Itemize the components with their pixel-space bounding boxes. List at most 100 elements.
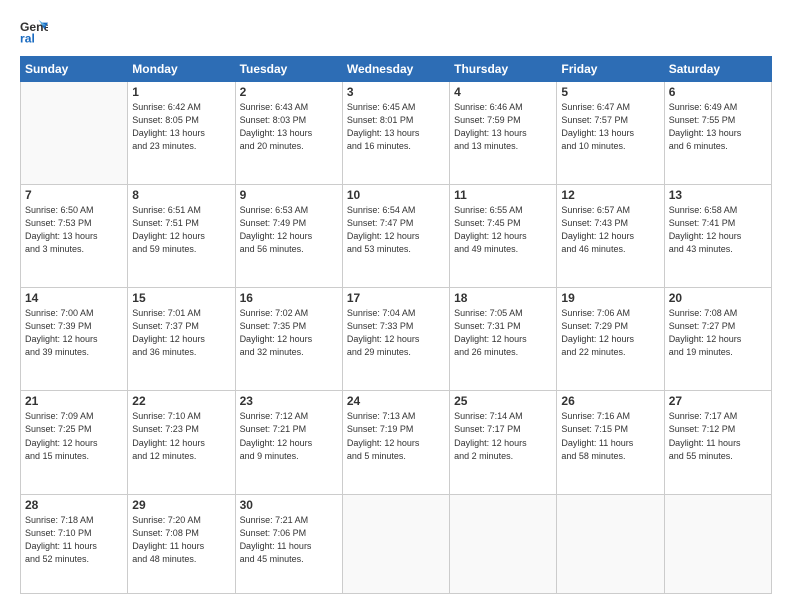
day-number: 4 bbox=[454, 85, 552, 99]
day-number: 10 bbox=[347, 188, 445, 202]
calendar-week-row: 21Sunrise: 7:09 AMSunset: 7:25 PMDayligh… bbox=[21, 391, 772, 494]
calendar-cell: 22 Sunrise: 7:10 AMSunset: 7:23 PMDayligh… bbox=[128, 391, 235, 494]
calendar-cell: 29 Sunrise: 7:20 AMSunset: 7:08 PMDayligh… bbox=[128, 494, 235, 593]
day-info: Sunrise: 7:16 AMSunset: 7:15 PMDaylight:… bbox=[561, 410, 659, 462]
calendar-cell: 15 Sunrise: 7:01 AMSunset: 7:37 PMDayligh… bbox=[128, 288, 235, 391]
day-number: 2 bbox=[240, 85, 338, 99]
day-number: 7 bbox=[25, 188, 123, 202]
day-info: Sunrise: 7:01 AMSunset: 7:37 PMDaylight:… bbox=[132, 307, 230, 359]
day-info: Sunrise: 7:12 AMSunset: 7:21 PMDaylight:… bbox=[240, 410, 338, 462]
day-number: 22 bbox=[132, 394, 230, 408]
day-number: 6 bbox=[669, 85, 767, 99]
day-info: Sunrise: 6:55 AMSunset: 7:45 PMDaylight:… bbox=[454, 204, 552, 256]
day-info: Sunrise: 7:08 AMSunset: 7:27 PMDaylight:… bbox=[669, 307, 767, 359]
day-number: 21 bbox=[25, 394, 123, 408]
weekday-header-tuesday: Tuesday bbox=[235, 57, 342, 82]
calendar-cell: 1 Sunrise: 6:42 AMSunset: 8:05 PMDaylight… bbox=[128, 82, 235, 185]
calendar-cell: 20Sunrise: 7:08 AMSunset: 7:27 PMDayligh… bbox=[664, 288, 771, 391]
day-number: 14 bbox=[25, 291, 123, 305]
calendar-cell: 2 Sunrise: 6:43 AMSunset: 8:03 PMDaylight… bbox=[235, 82, 342, 185]
day-info: Sunrise: 6:45 AMSunset: 8:01 PMDaylight:… bbox=[347, 101, 445, 153]
day-number: 12 bbox=[561, 188, 659, 202]
calendar-cell: 8 Sunrise: 6:51 AMSunset: 7:51 PMDaylight… bbox=[128, 185, 235, 288]
day-number: 25 bbox=[454, 394, 552, 408]
calendar-week-row: 14Sunrise: 7:00 AMSunset: 7:39 PMDayligh… bbox=[21, 288, 772, 391]
day-info: Sunrise: 6:50 AMSunset: 7:53 PMDaylight:… bbox=[25, 204, 123, 256]
calendar-cell bbox=[342, 494, 449, 593]
calendar-cell bbox=[664, 494, 771, 593]
day-number: 5 bbox=[561, 85, 659, 99]
weekday-header-wednesday: Wednesday bbox=[342, 57, 449, 82]
calendar-cell: 16 Sunrise: 7:02 AMSunset: 7:35 PMDayligh… bbox=[235, 288, 342, 391]
day-number: 11 bbox=[454, 188, 552, 202]
day-info: Sunrise: 6:47 AMSunset: 7:57 PMDaylight:… bbox=[561, 101, 659, 153]
weekday-header-monday: Monday bbox=[128, 57, 235, 82]
day-info: Sunrise: 6:53 AMSunset: 7:49 PMDaylight:… bbox=[240, 204, 338, 256]
day-info: Sunrise: 6:42 AMSunset: 8:05 PMDaylight:… bbox=[132, 101, 230, 153]
day-number: 28 bbox=[25, 498, 123, 512]
calendar-cell: 7 Sunrise: 6:50 AMSunset: 7:53 PMDaylight… bbox=[21, 185, 128, 288]
day-number: 16 bbox=[240, 291, 338, 305]
day-info: Sunrise: 6:51 AMSunset: 7:51 PMDaylight:… bbox=[132, 204, 230, 256]
day-number: 3 bbox=[347, 85, 445, 99]
calendar-cell: 28 Sunrise: 7:18 AMSunset: 7:10 PMDayligh… bbox=[21, 494, 128, 593]
day-info: Sunrise: 6:49 AMSunset: 7:55 PMDaylight:… bbox=[669, 101, 767, 153]
day-number: 18 bbox=[454, 291, 552, 305]
header: Gene ral bbox=[20, 18, 772, 46]
day-number: 26 bbox=[561, 394, 659, 408]
calendar-cell: 3 Sunrise: 6:45 AMSunset: 8:01 PMDaylight… bbox=[342, 82, 449, 185]
page: Gene ral SundayMondayTuesdayWednesdayThu… bbox=[0, 0, 792, 612]
day-info: Sunrise: 6:43 AMSunset: 8:03 PMDaylight:… bbox=[240, 101, 338, 153]
day-info: Sunrise: 7:17 AMSunset: 7:12 PMDaylight:… bbox=[669, 410, 767, 462]
day-info: Sunrise: 7:05 AMSunset: 7:31 PMDaylight:… bbox=[454, 307, 552, 359]
day-number: 1 bbox=[132, 85, 230, 99]
day-info: Sunrise: 7:20 AMSunset: 7:08 PMDaylight:… bbox=[132, 514, 230, 566]
calendar-cell bbox=[21, 82, 128, 185]
calendar-cell: 25 Sunrise: 7:14 AMSunset: 7:17 PMDayligh… bbox=[450, 391, 557, 494]
calendar-cell: 21Sunrise: 7:09 AMSunset: 7:25 PMDayligh… bbox=[21, 391, 128, 494]
logo: Gene ral bbox=[20, 18, 52, 46]
calendar-cell: 4 Sunrise: 6:46 AMSunset: 7:59 PMDaylight… bbox=[450, 82, 557, 185]
calendar-cell: 13 Sunrise: 6:58 AMSunset: 7:41 PMDayligh… bbox=[664, 185, 771, 288]
day-info: Sunrise: 7:04 AMSunset: 7:33 PMDaylight:… bbox=[347, 307, 445, 359]
day-info: Sunrise: 6:46 AMSunset: 7:59 PMDaylight:… bbox=[454, 101, 552, 153]
day-info: Sunrise: 6:54 AMSunset: 7:47 PMDaylight:… bbox=[347, 204, 445, 256]
weekday-header-row: SundayMondayTuesdayWednesdayThursdayFrid… bbox=[21, 57, 772, 82]
calendar-cell: 10 Sunrise: 6:54 AMSunset: 7:47 PMDayligh… bbox=[342, 185, 449, 288]
calendar-cell: 14Sunrise: 7:00 AMSunset: 7:39 PMDayligh… bbox=[21, 288, 128, 391]
day-number: 17 bbox=[347, 291, 445, 305]
calendar-week-row: 7 Sunrise: 6:50 AMSunset: 7:53 PMDaylight… bbox=[21, 185, 772, 288]
calendar-cell: 11 Sunrise: 6:55 AMSunset: 7:45 PMDayligh… bbox=[450, 185, 557, 288]
day-number: 24 bbox=[347, 394, 445, 408]
calendar-cell: 27 Sunrise: 7:17 AMSunset: 7:12 PMDayligh… bbox=[664, 391, 771, 494]
calendar-cell: 17 Sunrise: 7:04 AMSunset: 7:33 PMDayligh… bbox=[342, 288, 449, 391]
calendar-cell: 12Sunrise: 6:57 AMSunset: 7:43 PMDayligh… bbox=[557, 185, 664, 288]
calendar-cell bbox=[557, 494, 664, 593]
svg-text:ral: ral bbox=[20, 31, 35, 45]
weekday-header-thursday: Thursday bbox=[450, 57, 557, 82]
calendar-cell: 5 Sunrise: 6:47 AMSunset: 7:57 PMDaylight… bbox=[557, 82, 664, 185]
day-number: 19 bbox=[561, 291, 659, 305]
day-info: Sunrise: 6:58 AMSunset: 7:41 PMDaylight:… bbox=[669, 204, 767, 256]
calendar-cell: 24Sunrise: 7:13 AMSunset: 7:19 PMDayligh… bbox=[342, 391, 449, 494]
day-info: Sunrise: 7:10 AMSunset: 7:23 PMDaylight:… bbox=[132, 410, 230, 462]
calendar-cell: 6 Sunrise: 6:49 AMSunset: 7:55 PMDaylight… bbox=[664, 82, 771, 185]
day-number: 8 bbox=[132, 188, 230, 202]
calendar-week-row: 28 Sunrise: 7:18 AMSunset: 7:10 PMDayligh… bbox=[21, 494, 772, 593]
day-info: Sunrise: 7:02 AMSunset: 7:35 PMDaylight:… bbox=[240, 307, 338, 359]
calendar-cell: 23Sunrise: 7:12 AMSunset: 7:21 PMDayligh… bbox=[235, 391, 342, 494]
day-info: Sunrise: 7:06 AMSunset: 7:29 PMDaylight:… bbox=[561, 307, 659, 359]
day-info: Sunrise: 7:18 AMSunset: 7:10 PMDaylight:… bbox=[25, 514, 123, 566]
day-number: 13 bbox=[669, 188, 767, 202]
day-number: 27 bbox=[669, 394, 767, 408]
day-info: Sunrise: 7:14 AMSunset: 7:17 PMDaylight:… bbox=[454, 410, 552, 462]
calendar-week-row: 1 Sunrise: 6:42 AMSunset: 8:05 PMDaylight… bbox=[21, 82, 772, 185]
calendar-cell: 30Sunrise: 7:21 AMSunset: 7:06 PMDayligh… bbox=[235, 494, 342, 593]
day-number: 15 bbox=[132, 291, 230, 305]
calendar-cell: 19 Sunrise: 7:06 AMSunset: 7:29 PMDayligh… bbox=[557, 288, 664, 391]
calendar-cell bbox=[450, 494, 557, 593]
day-number: 29 bbox=[132, 498, 230, 512]
weekday-header-saturday: Saturday bbox=[664, 57, 771, 82]
day-number: 9 bbox=[240, 188, 338, 202]
weekday-header-friday: Friday bbox=[557, 57, 664, 82]
